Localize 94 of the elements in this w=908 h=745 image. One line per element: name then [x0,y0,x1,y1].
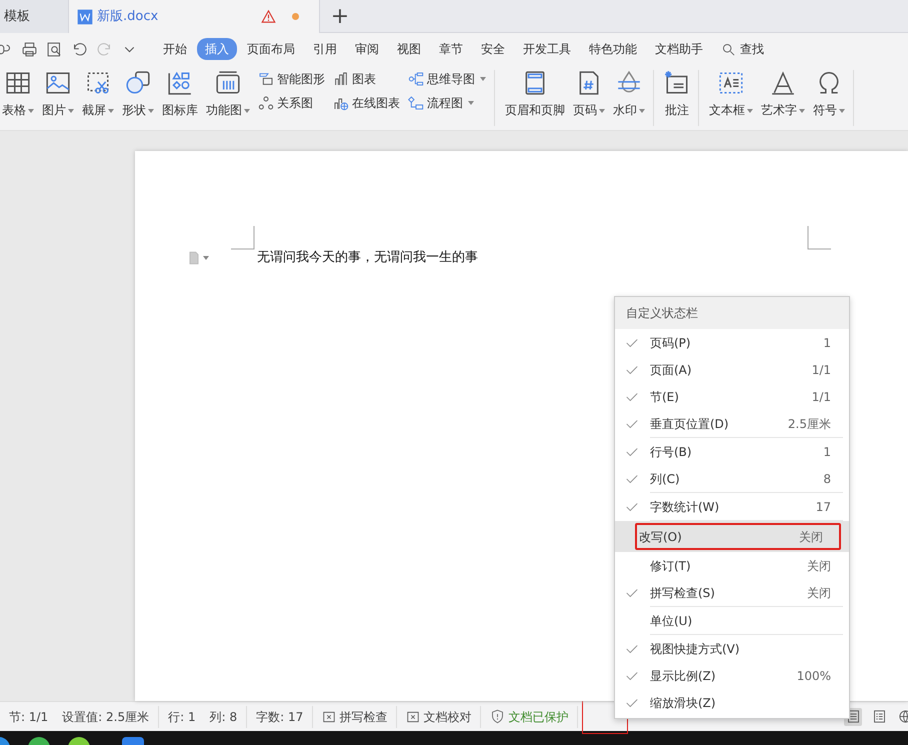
caret-icon[interactable] [747,108,753,113]
caret-icon[interactable] [244,108,250,113]
ribbon-button[interactable]: 图标库 [158,70,202,126]
margin-corner-mark [807,226,831,250]
ribbon-button[interactable]: 功能图 [202,70,254,126]
menu-item[interactable]: 拼写检查(S) 关闭 [615,579,849,606]
caret-icon[interactable] [839,108,845,113]
menu-item[interactable]: 垂直页位置(D) 2.5厘米 [615,410,849,437]
mind-map-icon [408,71,424,87]
ribbon-button[interactable]: 形状 [118,70,158,126]
ribbon-button[interactable]: 流程图 [408,94,486,112]
redo-icon[interactable] [96,40,113,58]
ribbon-button[interactable]: 思维导图 [408,70,486,88]
menu-tab[interactable]: 开始 [155,38,195,60]
menu-item[interactable]: 修订(T) 关闭 [615,552,849,579]
menu-item[interactable]: 列(C) 8 [615,465,849,492]
checkbox-x-icon [322,710,336,724]
bar-chart-icon [333,71,349,87]
menu-tab[interactable]: 特色功能 [581,38,645,60]
print-icon[interactable] [21,40,38,58]
ribbon-button[interactable]: 文本框 [705,70,757,126]
menu-tab[interactable]: 安全 [473,38,513,60]
status-item[interactable]: 文档已保护 [490,708,568,726]
menu-item[interactable]: 单位(U) [615,607,849,634]
document-icon [77,8,93,24]
undo-icon[interactable] [71,40,88,58]
caret-icon[interactable] [599,108,605,113]
search-icon [721,42,736,56]
menu-item[interactable]: 字数统计(W) 17 [615,493,849,520]
status-item: 节: 1/1 [9,708,48,726]
function-chart-icon [215,70,241,96]
caret-icon[interactable] [108,108,114,113]
art-text-icon [770,70,796,96]
caret-icon[interactable] [148,108,154,113]
ribbon-button[interactable]: 截屏 [78,70,118,126]
status-item: 列: 8 [210,708,238,726]
ribbon-button[interactable]: 图片 [38,70,78,126]
menu-tab[interactable]: 开发工具 [515,38,579,60]
caret-icon[interactable] [28,108,34,113]
ribbon-button[interactable]: 表格 [0,70,38,126]
status-item[interactable]: 文档校对 [406,708,472,726]
new-tab-button[interactable]: + [320,0,360,33]
ribbon-button[interactable]: 智能图形 [258,70,325,88]
caret-icon[interactable] [480,77,486,81]
menu-item[interactable]: 视图快捷方式(V) [615,635,849,662]
menu-item[interactable]: 缩放滑块(Z) [615,689,849,716]
ribbon-button[interactable]: 艺术字 [757,70,809,126]
menu-item[interactable]: 页码(P) 1 [615,329,849,356]
menu-tab[interactable]: 章节 [431,38,471,60]
caret-icon[interactable] [68,108,74,113]
menu-tab[interactable]: 页面布局 [239,38,303,60]
menu-item[interactable]: 页面(A) 1/1 [615,356,849,383]
smart-graphic-icon [258,71,274,87]
menu-item[interactable]: 节(E) 1/1 [615,383,849,410]
image-icon [45,70,71,96]
flowchart-icon [408,95,424,111]
shapes-icon [125,70,151,96]
document-text: 无谓问我今天的事，无谓问我一生的事 [257,249,478,267]
status-item: 行: 1 [168,708,196,726]
menu-tab[interactable]: 视图 [389,38,429,60]
icon-library-icon [167,70,193,96]
menu-tab[interactable]: 引用 [305,38,345,60]
checkbox-x-icon [406,710,420,724]
paragraph-menu-icon[interactable] [187,250,201,265]
caret-icon[interactable] [468,101,474,105]
ribbon-button[interactable]: 图表 [333,70,400,88]
ribbon-button[interactable]: 批注 [660,70,694,126]
text-box-icon [718,70,744,96]
ribbon-button[interactable]: 在线图表 [333,94,400,112]
menu-title: 自定义状态栏 [615,297,849,329]
print-preview-icon[interactable] [46,40,63,58]
menu-item[interactable]: 行号(B) 1 [615,438,849,465]
screenshot-icon [85,70,111,96]
search-button[interactable]: 查找 [713,38,772,60]
ribbon-button[interactable]: 关系图 [258,94,325,112]
status-item[interactable]: 拼写检查 [322,708,388,726]
relation-diagram-icon [258,95,274,111]
menu-tab[interactable]: 文档助手 [647,38,711,60]
document-tab[interactable]: 新版.docx [68,0,320,33]
ribbon-button[interactable]: 符号 [809,70,849,126]
caret-icon[interactable] [639,108,645,113]
ribbon-button[interactable]: 页码 [569,70,609,126]
ribbon-button[interactable]: 水印 [609,70,649,126]
ribbon-button[interactable]: 页眉和页脚 [501,70,569,126]
status-item: 字数: 17 [256,708,304,726]
margin-corner-mark [231,226,255,250]
caret-icon[interactable] [799,108,805,113]
shield-icon [490,709,506,724]
menu-tab[interactable]: 审阅 [347,38,387,60]
menu-item[interactable]: 显示比例(Z) 100% [615,662,849,689]
table-icon [5,70,31,96]
comment-icon [664,70,690,96]
status-item: 设置值: 2.5厘米 [62,708,150,726]
document-tab[interactable]: 模板 [0,0,68,33]
